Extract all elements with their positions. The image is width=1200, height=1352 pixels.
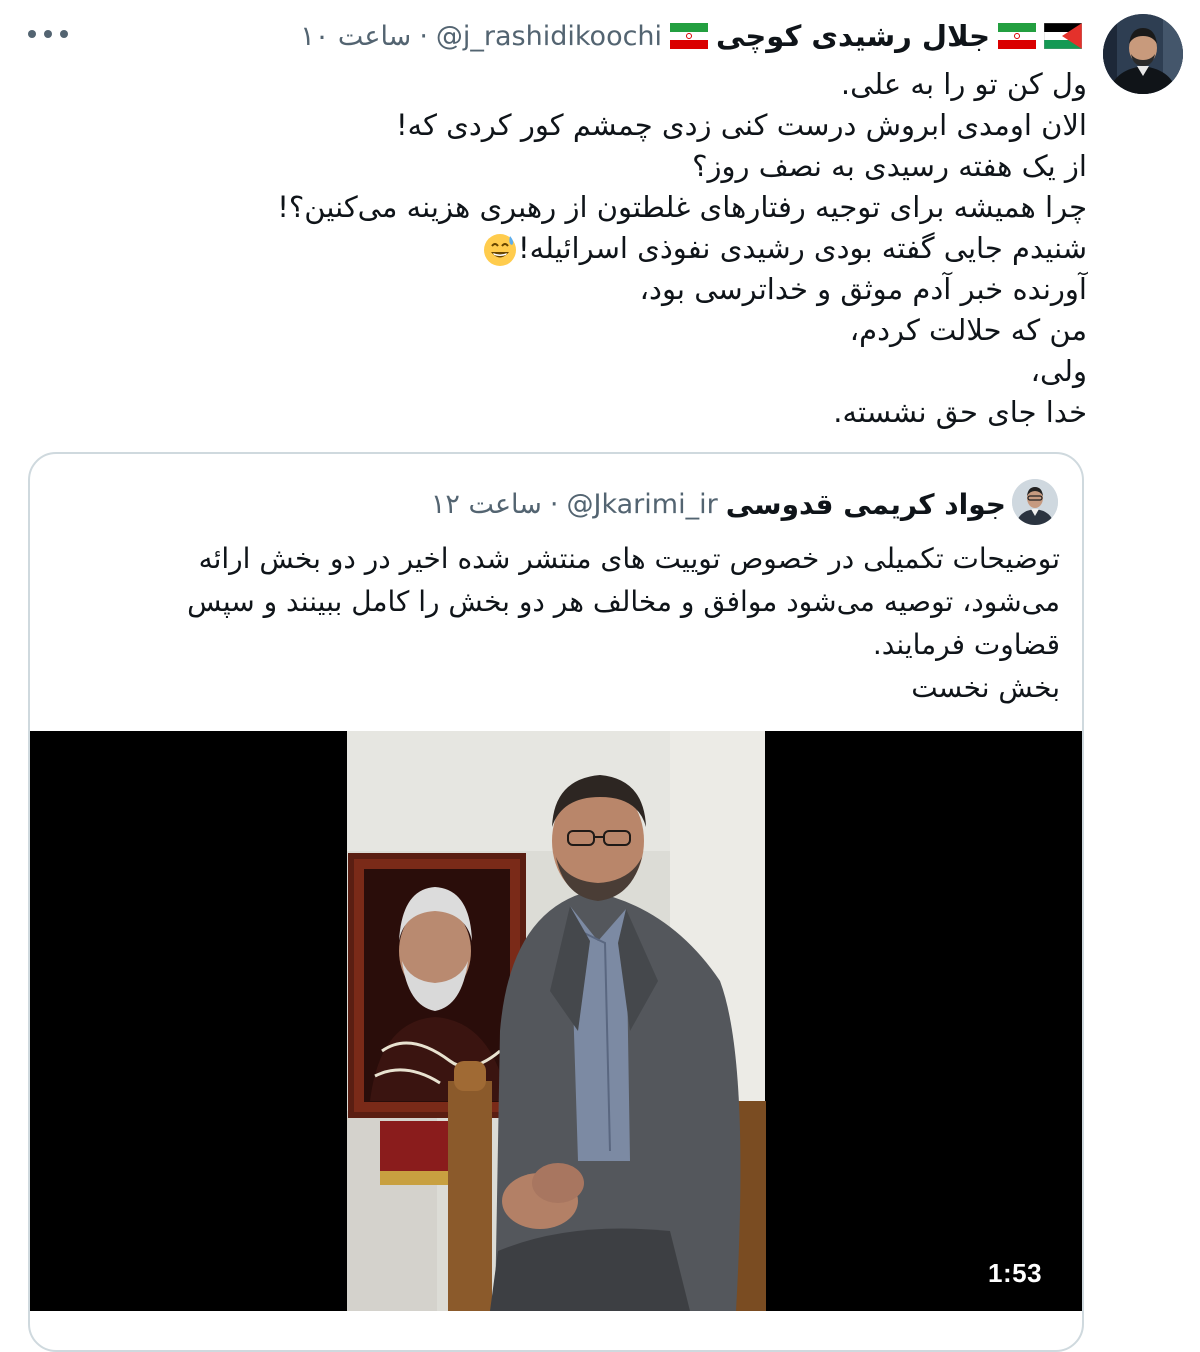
tweet-text: ول کن تو را به علی. الان اومدی ابروش درس… — [37, 64, 1087, 433]
video-player[interactable] — [30, 731, 1082, 1311]
quoted-tweet-line: قضاوت فرمایند. — [872, 628, 1060, 661]
separator-dot: · — [549, 488, 559, 520]
video-thumbnail — [347, 731, 766, 1311]
more-options-icon[interactable] — [28, 22, 68, 46]
quoted-tweet-line: توضیحات تکمیلی در خصوص توییت های منتشر ش… — [198, 542, 1060, 575]
video-duration-badge: 1:53 — [988, 1258, 1043, 1288]
tweet-line: ولی، — [1030, 354, 1087, 388]
author-name[interactable]: جلال رشیدی کوچی — [716, 19, 990, 53]
quoted-tweet-text: توضیحات تکمیلی در خصوص توییت های منتشر ش… — [80, 537, 1060, 709]
quoted-tweet-line: بخش نخست — [911, 671, 1060, 704]
tweet-line: از یک هفته رسیدی به نصف روز؟ — [692, 149, 1087, 183]
iran-flag-icon — [998, 23, 1036, 49]
quoted-tweet-line: می‌شود، توصیه می‌شود موافق و مخالف هر دو… — [187, 585, 1060, 618]
tweet-line: الان اومدی ابروش درست کنی زدی چمشم کور ک… — [395, 108, 1087, 142]
quoted-tweet-time[interactable]: ۱۲ ساعت — [431, 489, 542, 520]
tweet-line: آورنده خبر آدم موثق و خداترسی بود، — [639, 272, 1087, 306]
quoted-author-avatar[interactable] — [1012, 479, 1058, 525]
tweet-line: چرا همیشه برای توجیه رفتارهای غلطتون از … — [277, 190, 1087, 224]
quoted-author-handle[interactable]: @Jkarimi_ir — [567, 489, 718, 520]
palestine-flag-icon — [1043, 22, 1083, 50]
iran-flag-icon — [670, 23, 709, 49]
grinning-face-with-sweat-icon — [482, 232, 518, 268]
quoted-tweet-header: جواد کریمی قدوسی @Jkarimi_ir · ۱۲ ساعت — [431, 482, 1006, 526]
tweet-line-with-emoji: شنیدم جایی گفته بودی رشیدی نفوذی اسرائیل… — [37, 228, 1087, 269]
tweet-line: من که حلالت کردم، — [849, 313, 1087, 347]
tweet-time[interactable]: ۱۰ ساعت — [300, 21, 411, 52]
author-handle[interactable]: @j_rashidikoochi — [436, 21, 662, 52]
tweet-line: ول کن تو را به علی. — [840, 67, 1087, 101]
tweet-line-text: شنیدم جایی گفته بودی رشیدی نفوذی اسرائیل… — [517, 231, 1087, 265]
separator-dot: · — [419, 20, 428, 52]
tweet-line: خدا جای حق نشسته. — [833, 395, 1087, 429]
tweet-header: جلال رشیدی کوچی @j_rashidikoochi · ۱۰ سا… — [300, 14, 1083, 58]
author-avatar[interactable] — [1103, 14, 1183, 94]
quoted-author-name[interactable]: جواد کریمی قدوسی — [726, 488, 1006, 521]
